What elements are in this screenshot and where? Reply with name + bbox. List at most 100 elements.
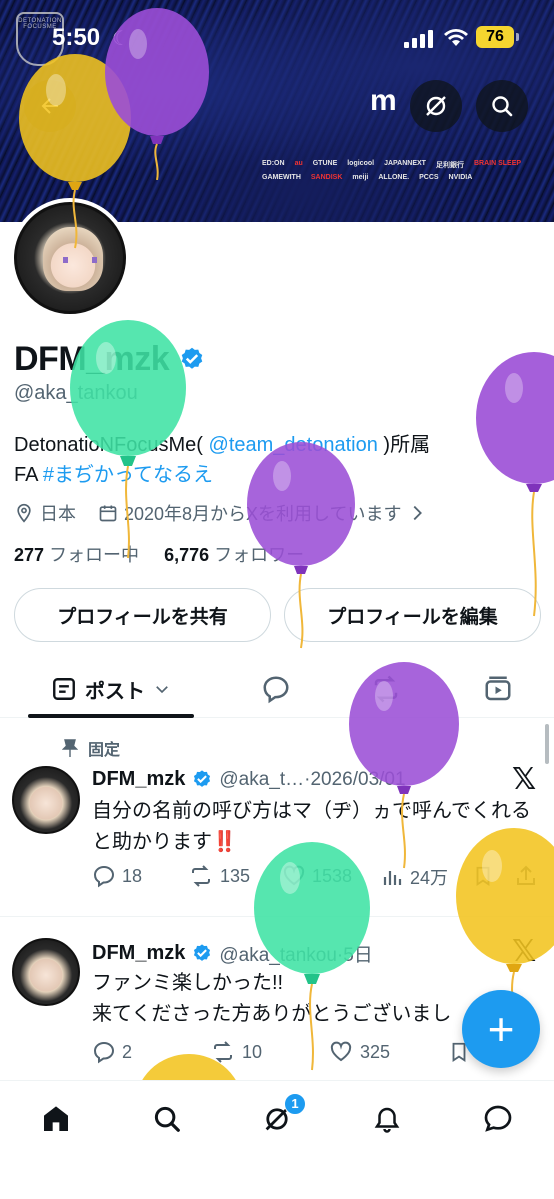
bar-chart-icon [383,871,402,885]
bio-text: )所属 [383,434,431,456]
back-button[interactable] [24,80,76,132]
heart-icon [330,1041,352,1062]
tab-posts[interactable]: ポスト [28,660,194,718]
video-icon [485,676,511,701]
cellular-signal-icon [404,28,434,48]
pinned-indicator: 固定 [62,736,120,760]
verified-badge-icon [181,347,203,369]
post-meta: @aka_t…·2026/03/01 [219,768,406,790]
tab-replies[interactable] [250,660,302,718]
notification-badge: 1 [284,1093,306,1115]
post-avatar[interactable] [12,766,80,834]
status-time: 5:50 [52,24,101,51]
following-count: 277 [14,545,45,565]
post-actions: 18 135 1538 24万 [92,864,542,892]
share-icon [517,865,535,885]
x-logo-icon[interactable]: 𝕏 [512,762,536,797]
sponsor-logo: GTUNE [312,160,338,167]
profile-tabs: ポスト [0,660,554,718]
profile-bio: DetonatioNFocusMe( @team_detonation )所属 … [14,430,544,490]
avatar-image [14,202,126,314]
location-pin-icon [17,503,31,523]
sponsor-logo: PCCS [419,174,439,181]
grok-button[interactable] [410,80,462,132]
calendar-icon [99,505,117,522]
nav-explore[interactable] [147,1099,187,1139]
brand-logo: m [370,84,397,117]
chevron-right-icon[interactable] [406,502,428,524]
wifi-icon [442,26,470,53]
battery-icon: 76 [476,26,519,48]
home-icon [44,1106,68,1131]
like-button[interactable]: 1538 [282,864,352,888]
reply-icon [93,1041,115,1064]
views-button[interactable]: 24万 [380,864,448,890]
bookmark-icon [476,866,490,886]
tab-reposts[interactable] [360,660,412,718]
search-icon [154,1106,180,1132]
x-logo-icon[interactable]: 𝕏 [512,934,536,969]
sponsor-logo: JAPANNEXT [384,160,426,167]
bio-text: DetonatioNFocusMe( [14,434,203,456]
sponsor-logos: ED:ON au GTUNE logicool JAPANNEXT 足利銀行 B… [262,160,552,181]
sponsor-logo: 足利銀行 [435,162,464,169]
post-divider [0,916,554,917]
scrollbar[interactable] [545,724,549,764]
message-bubble-icon [484,1105,512,1132]
compose-post-button[interactable]: + [462,990,540,1068]
sponsor-logo: SANDISK [310,174,343,181]
pin-icon [62,739,78,757]
tab-video[interactable] [472,660,524,718]
repost-icon [192,865,210,887]
profile-banner[interactable]: DETONATION FOCUSME ED:ON au GTUNE logico… [0,0,554,222]
post-author-name[interactable]: DFM_mzk [92,942,185,965]
nav-notifications[interactable] [367,1099,407,1139]
verified-badge-icon [194,769,211,787]
arrow-left-icon [41,98,58,114]
post-avatar[interactable] [12,938,80,1006]
double-exclamation-icon: ‼️ [212,831,237,853]
repost-button[interactable]: 135 [188,864,250,888]
post-text: 自分の名前の呼び方はマ（ヂ）ヵで呼んでくれると助かります‼️ [92,800,531,853]
post-author-name[interactable]: DFM_mzk [92,768,185,791]
sponsor-logo: logicool [347,160,375,167]
following-link[interactable]: 277 フォロー中 [14,545,139,565]
sponsor-logo: meiji [352,174,369,181]
bell-icon [374,1107,400,1133]
repost-button[interactable]: 10 [210,1040,262,1064]
share-profile-button[interactable]: プロフィールを共有 [14,588,271,642]
team-mention-link[interactable]: @team_detonation [209,434,378,456]
repost-icon [214,1041,232,1063]
focus-moon-icon: ☾ [112,28,130,50]
sponsor-logo: au [294,160,303,167]
status-bar: 5:50 ☾ 76 [0,24,554,52]
profile-meta: 日本 2020年8月からXを利用しています [14,500,434,526]
post-header: DFM_mzk @aka_tankou·5日 [92,940,373,967]
reply-button[interactable]: 18 [92,864,142,888]
profile-avatar[interactable] [10,198,130,318]
sponsor-logo: BRAIN SLEEP [473,160,522,167]
followers-count: 6,776 [164,545,210,565]
bio-text: FA [14,464,38,486]
share-button[interactable] [514,864,544,888]
chevron-down-icon[interactable] [153,680,171,698]
pinned-label: 固定 [88,742,121,759]
sponsor-logo: ED:ON [262,160,285,167]
bookmark-button[interactable] [472,864,500,888]
verified-badge-icon [194,943,211,961]
nav-home[interactable] [36,1099,76,1139]
search-button[interactable] [476,80,528,132]
reply-icon [93,865,115,888]
edit-profile-button[interactable]: プロフィールを編集 [284,588,541,642]
profile-handle: @aka_tankou [14,382,138,404]
post-meta: @aka_tankou·5日 [219,945,373,966]
hashtag-link[interactable]: #まぢかってなるえ [43,464,213,486]
reply-bubble-icon [263,676,289,704]
sponsor-logo: GAMEWITH [262,174,301,181]
reply-button[interactable]: 2 [92,1040,132,1064]
followers-link[interactable]: 6,776 フォロワー [164,545,304,565]
grok-icon [426,96,446,116]
nav-messages[interactable] [478,1099,518,1139]
like-button[interactable]: 325 [328,1040,390,1064]
posts-icon [53,678,75,700]
